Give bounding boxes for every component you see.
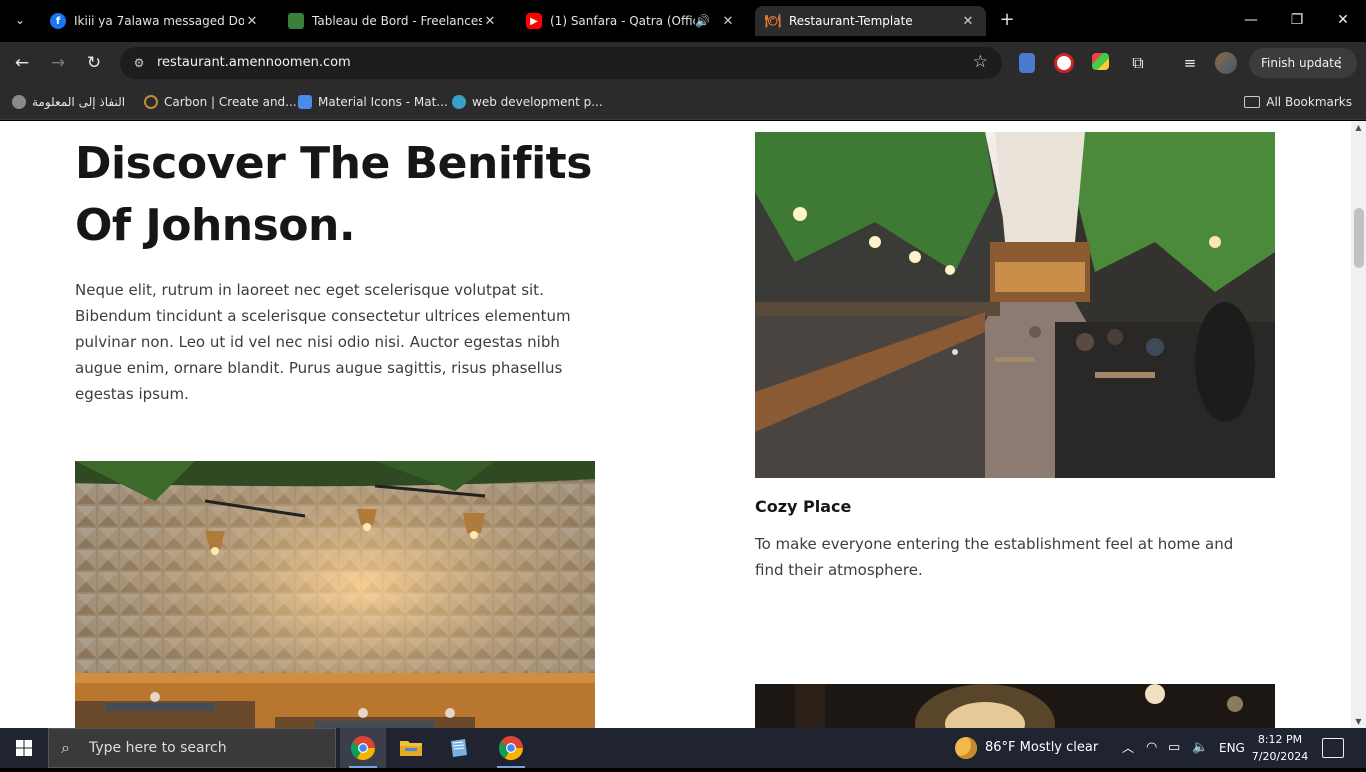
bookmark-label: web development p... bbox=[472, 95, 603, 109]
close-icon[interactable]: ✕ bbox=[244, 14, 260, 29]
site-info-icon[interactable]: ⚙ bbox=[130, 54, 148, 72]
folder-icon bbox=[400, 741, 422, 756]
windows-start-icon[interactable] bbox=[0, 728, 48, 768]
bookmark-item[interactable]: Material Icons - Mat... bbox=[298, 93, 448, 111]
carbon-icon bbox=[144, 95, 158, 109]
scroll-thumb[interactable] bbox=[1354, 208, 1364, 268]
taskbar-clock[interactable]: 8:12 PM 7/20/2024 bbox=[1250, 731, 1310, 765]
bookmark-star-icon[interactable]: ☆ bbox=[973, 52, 988, 72]
restaurant-icon: 🍽 bbox=[764, 13, 782, 29]
search-placeholder: Type here to search bbox=[89, 740, 227, 756]
new-tab-plus-icon[interactable]: + bbox=[996, 9, 1018, 31]
address-bar[interactable]: ⚙ restaurant.amennoomen.com ☆ bbox=[120, 47, 1002, 79]
wifi-icon[interactable]: ◠ bbox=[1146, 728, 1157, 768]
tab-restaurant-template[interactable]: 🍽 Restaurant-Template ✕ bbox=[755, 6, 986, 36]
tab-title: (1) Sanfara - Qatra (Official bbox=[550, 14, 695, 28]
extension-adblock-icon[interactable] bbox=[1054, 53, 1074, 73]
heading-line-2: Of Johnson. bbox=[75, 200, 356, 251]
scroll-down-arrow-icon[interactable]: ▼ bbox=[1351, 717, 1366, 726]
facebook-icon: f bbox=[50, 13, 66, 29]
battery-icon[interactable]: ▭ bbox=[1168, 728, 1180, 768]
page-scrollbar[interactable]: ▲ ▼ bbox=[1351, 121, 1366, 728]
more-menu-icon[interactable]: ⋮ bbox=[1333, 48, 1347, 78]
scroll-up-arrow-icon[interactable]: ▲ bbox=[1351, 123, 1366, 132]
globe-icon bbox=[12, 95, 26, 109]
media-controls-icon[interactable]: ≡ bbox=[1178, 51, 1202, 75]
language-indicator[interactable]: ENG bbox=[1219, 728, 1245, 768]
weather-widget[interactable]: 86°F Mostly clear bbox=[955, 728, 1098, 768]
notifications-icon[interactable] bbox=[1322, 738, 1344, 758]
material-icon bbox=[298, 95, 312, 109]
minimize-icon[interactable]: — bbox=[1236, 8, 1266, 32]
bookmark-item[interactable]: Carbon | Create and... bbox=[144, 93, 297, 111]
volume-icon[interactable]: 🔈 bbox=[1192, 728, 1208, 768]
card-title: Cozy Place bbox=[755, 497, 852, 516]
restaurant-interior-image bbox=[75, 461, 595, 728]
tab-bar: ⌄ f Ikiii ya 7alawa messaged Double ✕ Ta… bbox=[0, 0, 1366, 42]
speaker-icon[interactable]: 🔊 bbox=[695, 14, 710, 28]
close-icon[interactable]: ✕ bbox=[720, 14, 736, 29]
chrome-icon bbox=[350, 736, 375, 761]
tab-facebook[interactable]: f Ikiii ya 7alawa messaged Double ✕ bbox=[40, 6, 270, 36]
tray-chevron-up-icon[interactable]: ︿ bbox=[1122, 728, 1134, 768]
finish-update-label: Finish update bbox=[1261, 56, 1342, 70]
folder-icon bbox=[1244, 96, 1261, 108]
tab-youtube[interactable]: ▶ (1) Sanfara - Qatra (Official 🔊 ✕ bbox=[516, 6, 746, 36]
extension-colorpicker-icon[interactable] bbox=[1092, 53, 1109, 70]
taskbar-chrome[interactable] bbox=[488, 728, 534, 768]
taskbar-chrome-dev[interactable] bbox=[340, 728, 386, 768]
profile-avatar[interactable] bbox=[1215, 52, 1237, 74]
bookmark-item[interactable]: النفاذ إلى المعلومة bbox=[12, 93, 125, 111]
bookmarks-bar: النفاذ إلى المعلومة Carbon | Create and.… bbox=[0, 84, 1366, 120]
url-text[interactable]: restaurant.amennoomen.com bbox=[157, 55, 351, 70]
bookmark-label: Material Icons - Mat... bbox=[318, 95, 448, 109]
bookmark-item[interactable]: web development p... bbox=[452, 93, 603, 111]
search-icon: ⌕ bbox=[61, 738, 70, 757]
tab-title: Ikiii ya 7alawa messaged Double bbox=[74, 14, 244, 28]
clock-date: 7/20/2024 bbox=[1251, 750, 1309, 763]
heading-line-1: Discover The Benifits bbox=[75, 138, 592, 189]
windows-taskbar: ⌕ Type here to search 86°F Mostly clear … bbox=[0, 728, 1366, 768]
clock-time: 8:12 PM bbox=[1257, 733, 1303, 746]
bookmark-label: النفاذ إلى المعلومة bbox=[32, 95, 126, 109]
restaurant-alley-image bbox=[755, 132, 1275, 478]
weather-moon-icon bbox=[955, 736, 977, 759]
close-icon[interactable]: ✕ bbox=[482, 14, 498, 29]
webdev-icon bbox=[452, 95, 466, 109]
taskbar-notepad[interactable] bbox=[436, 728, 482, 768]
tab-search-chevron-icon[interactable]: ⌄ bbox=[8, 10, 32, 30]
extension-docs-icon[interactable] bbox=[1019, 53, 1035, 73]
intro-paragraph: Neque elit, rutrum in laoreet nec eget s… bbox=[75, 281, 571, 403]
back-arrow-icon[interactable]: ← bbox=[10, 51, 34, 75]
window-close-icon[interactable]: ✕ bbox=[1328, 8, 1358, 32]
freelances-icon bbox=[288, 13, 304, 29]
page-heading: Discover The Benifits Of Johnson. bbox=[75, 133, 635, 257]
page-viewport: Discover The Benifits Of Johnson. Neque … bbox=[0, 121, 1366, 728]
taskbar-search-box[interactable]: ⌕ Type here to search bbox=[48, 728, 336, 768]
reload-icon[interactable]: ↻ bbox=[82, 51, 106, 75]
card-text: To make everyone entering the establishm… bbox=[755, 535, 1234, 579]
all-bookmarks-label: All Bookmarks bbox=[1266, 95, 1352, 109]
all-bookmarks[interactable]: All Bookmarks bbox=[1244, 93, 1352, 111]
tab-title: Restaurant-Template bbox=[789, 14, 913, 28]
tab-title: Tableau de Bord - Freelances.tn bbox=[312, 14, 482, 28]
close-icon[interactable]: ✕ bbox=[960, 14, 976, 29]
extensions-puzzle-icon[interactable]: ⧉ bbox=[1126, 51, 1150, 75]
finish-update-button[interactable]: Finish update ⋮ bbox=[1249, 48, 1357, 78]
youtube-icon: ▶ bbox=[526, 13, 542, 29]
notepad-icon bbox=[451, 739, 467, 757]
chrome-icon bbox=[498, 736, 523, 761]
weather-text: 86°F Mostly clear bbox=[985, 740, 1099, 755]
restore-icon[interactable]: ❐ bbox=[1282, 8, 1312, 32]
restaurant-lamps-image bbox=[755, 684, 1275, 728]
tab-freelances[interactable]: Tableau de Bord - Freelances.tn ✕ bbox=[278, 6, 508, 36]
taskbar-file-explorer[interactable] bbox=[388, 728, 434, 768]
forward-arrow-icon[interactable]: → bbox=[46, 51, 70, 75]
bookmark-label: Carbon | Create and... bbox=[164, 95, 297, 109]
browser-toolbar: ← → ↻ ⚙ restaurant.amennoomen.com ☆ ⧉ ≡ … bbox=[0, 42, 1366, 84]
